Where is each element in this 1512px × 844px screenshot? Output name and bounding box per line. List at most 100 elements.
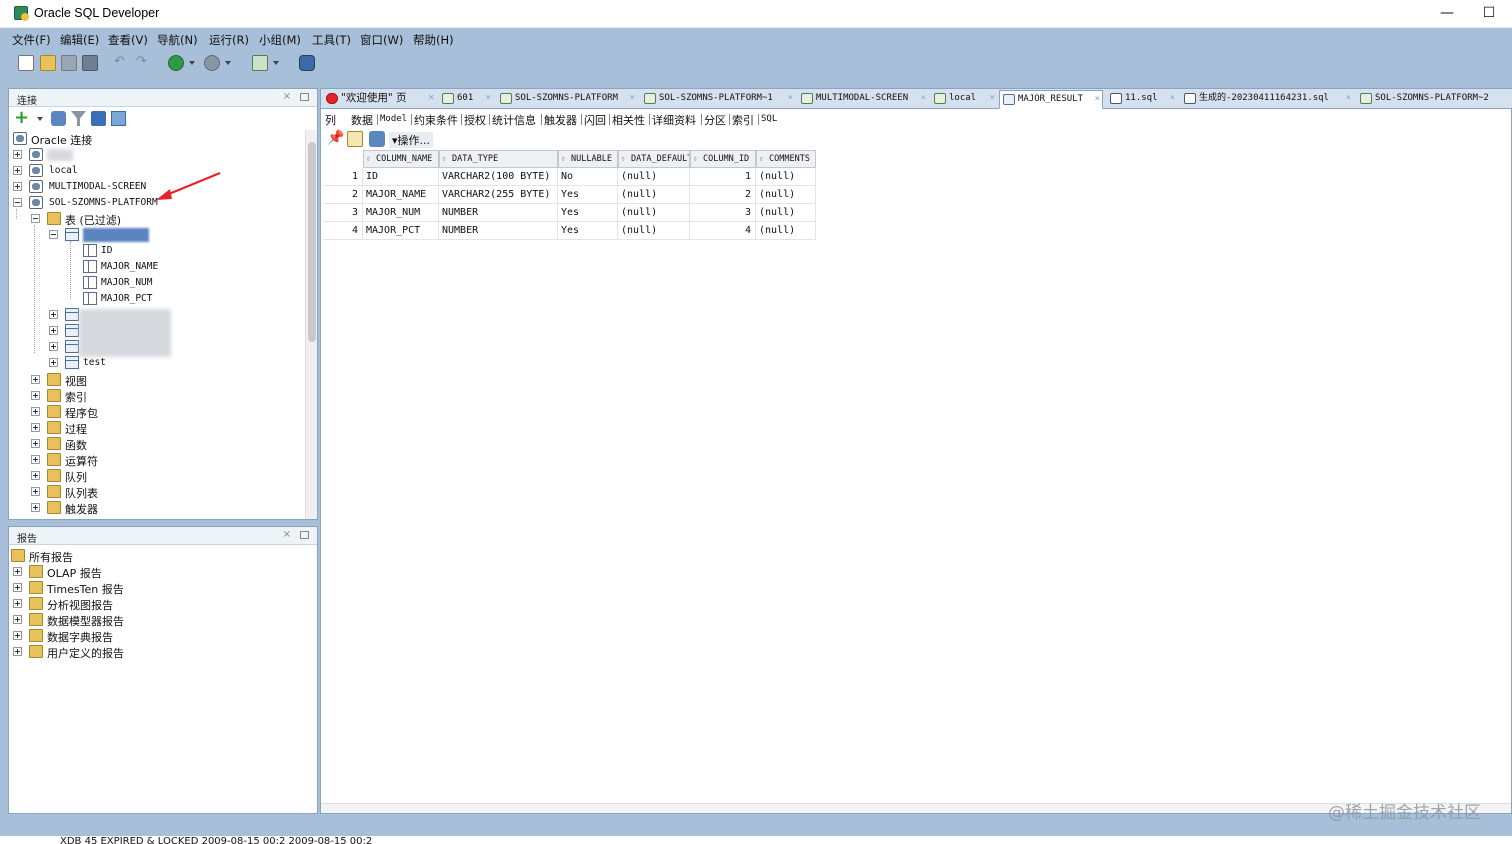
binoculars-icon[interactable] xyxy=(299,55,315,71)
tree-table-test[interactable]: test xyxy=(11,355,311,371)
pin-icon[interactable]: 📌 xyxy=(327,131,344,147)
add-dropdown-icon[interactable] xyxy=(37,117,43,121)
report-item[interactable]: TimesTen 报告 xyxy=(11,580,311,596)
redo-icon[interactable]: ↷ xyxy=(136,55,152,71)
copy-icon[interactable] xyxy=(111,111,126,126)
expand-icon[interactable] xyxy=(13,615,22,624)
cell-column-id[interactable]: 3 xyxy=(690,204,756,222)
expand-icon[interactable] xyxy=(49,342,58,351)
tree-column[interactable]: ID xyxy=(11,243,311,259)
report-item[interactable]: 用户定义的报告 xyxy=(11,644,311,660)
tab-platform[interactable]: SOL-SZOMNS-PLATFORM × xyxy=(497,90,637,109)
cell-column-name[interactable]: MAJOR_NAME xyxy=(363,186,439,204)
menu-help[interactable]: 帮助(H) xyxy=(413,32,454,48)
close-icon[interactable]: × xyxy=(990,90,995,107)
subtab-sql[interactable]: SQL xyxy=(761,114,777,124)
tree-folder[interactable]: 程序包 xyxy=(11,404,311,420)
cell-data-type[interactable]: NUMBER xyxy=(439,204,558,222)
collapse-icon[interactable] xyxy=(13,198,22,207)
report-item[interactable]: 数据模型器报告 xyxy=(11,612,311,628)
expand-icon[interactable] xyxy=(49,358,58,367)
maximize-button[interactable]: ☐ xyxy=(1474,4,1504,24)
collapse-icon[interactable] xyxy=(49,230,58,239)
menu-edit[interactable]: 编辑(E) xyxy=(60,32,99,48)
new-file-icon[interactable] xyxy=(18,55,34,71)
tree-folder[interactable]: 视图 xyxy=(11,372,311,388)
cell-nullable[interactable]: No xyxy=(558,168,618,186)
close-icon[interactable]: × xyxy=(1095,91,1100,108)
menu-tools[interactable]: 工具(T) xyxy=(312,32,351,48)
expand-icon[interactable] xyxy=(31,439,40,448)
subtab-partitions[interactable]: 分区 xyxy=(704,112,726,128)
report-root[interactable]: 所有报告 xyxy=(11,548,311,564)
close-icon[interactable]: × xyxy=(427,90,435,107)
tree-folder[interactable]: 队列表 xyxy=(11,484,311,500)
add-connection-icon[interactable]: + xyxy=(14,109,29,127)
sql-dropdown-icon[interactable] xyxy=(273,61,279,65)
expand-icon[interactable] xyxy=(49,310,58,319)
schema-browser-icon[interactable] xyxy=(91,111,106,126)
cell-data-default[interactable]: (null) xyxy=(618,204,690,222)
tree-folder[interactable]: 过程 xyxy=(11,420,311,436)
tree-folder[interactable]: 队列 xyxy=(11,468,311,484)
header-column-name[interactable]: COLUMN_NAME xyxy=(363,150,439,168)
cell-data-default[interactable]: (null) xyxy=(618,168,690,186)
close-icon[interactable]: × xyxy=(1170,90,1175,107)
sql-worksheet-icon[interactable] xyxy=(252,55,268,71)
cell-comments[interactable]: (null) xyxy=(756,222,816,240)
cell-comments[interactable]: (null) xyxy=(756,168,816,186)
cell-data-type[interactable]: NUMBER xyxy=(439,222,558,240)
subtab-dependencies[interactable]: 相关性 xyxy=(612,112,645,128)
open-folder-icon[interactable] xyxy=(40,55,56,71)
expand-icon[interactable] xyxy=(13,567,22,576)
tree-table-selected[interactable] xyxy=(11,227,311,243)
cell-comments[interactable]: (null) xyxy=(756,204,816,222)
close-icon[interactable]: × xyxy=(921,90,926,107)
subtab-grants[interactable]: 授权 xyxy=(464,112,486,128)
save-icon[interactable] xyxy=(61,55,77,71)
minimize-button[interactable]: — xyxy=(1432,4,1462,24)
expand-icon[interactable] xyxy=(49,326,58,335)
expand-icon[interactable] xyxy=(13,631,22,640)
expand-icon[interactable] xyxy=(31,503,40,512)
subtab-model[interactable]: Model xyxy=(380,114,407,124)
tree-root[interactable]: Oracle 连接 xyxy=(11,131,311,147)
header-nullable[interactable]: NULLABLE xyxy=(558,150,618,168)
menu-file[interactable]: 文件(F) xyxy=(12,32,51,48)
menu-window[interactable]: 窗口(W) xyxy=(360,32,403,48)
tab-generated-sql[interactable]: 生成的-20230411164231.sql × xyxy=(1181,90,1353,109)
header-data-type[interactable]: DATA_TYPE xyxy=(439,150,558,168)
expand-icon[interactable] xyxy=(31,471,40,480)
header-data-default[interactable]: DATA_DEFAULT xyxy=(618,150,690,168)
close-icon[interactable]: × xyxy=(788,90,793,107)
menu-run[interactable]: 运行(R) xyxy=(209,32,249,48)
tab-platform-2[interactable]: SOL-SZOMNS-PLATFORM~2 xyxy=(1357,90,1507,109)
expand-icon[interactable] xyxy=(13,583,22,592)
actions-menu[interactable]: ▾操作... xyxy=(389,132,434,148)
expand-icon[interactable] xyxy=(31,375,40,384)
cell-column-id[interactable]: 1 xyxy=(690,168,756,186)
tree-column[interactable]: MAJOR_NAME xyxy=(11,259,311,275)
cell-column-id[interactable]: 4 xyxy=(690,222,756,240)
expand-icon[interactable] xyxy=(31,391,40,400)
collapse-icon[interactable] xyxy=(31,214,40,223)
header-comments[interactable]: COMMENTS xyxy=(756,150,816,168)
close-icon[interactable]: × xyxy=(486,90,491,107)
expand-icon[interactable] xyxy=(13,647,22,656)
cell-column-name[interactable]: MAJOR_NUM xyxy=(363,204,439,222)
filter-icon[interactable] xyxy=(71,111,86,126)
cell-nullable[interactable]: Yes xyxy=(558,186,618,204)
forward-icon[interactable] xyxy=(204,55,220,71)
expand-icon[interactable] xyxy=(13,182,22,191)
report-item[interactable]: OLAP 报告 xyxy=(11,564,311,580)
cell-data-type[interactable]: VARCHAR2(100 BYTE) xyxy=(439,168,558,186)
subtab-columns[interactable]: 列 xyxy=(325,112,336,128)
tree-column[interactable]: MAJOR_NUM xyxy=(11,275,311,291)
save-all-icon[interactable] xyxy=(82,55,98,71)
subtab-data[interactable]: 数据 xyxy=(351,112,373,128)
tab-601[interactable]: 601 × xyxy=(439,90,493,109)
cell-data-default[interactable]: (null) xyxy=(618,222,690,240)
expand-icon[interactable] xyxy=(31,423,40,432)
subtab-triggers[interactable]: 触发器 xyxy=(544,112,577,128)
back-icon[interactable] xyxy=(168,55,184,71)
